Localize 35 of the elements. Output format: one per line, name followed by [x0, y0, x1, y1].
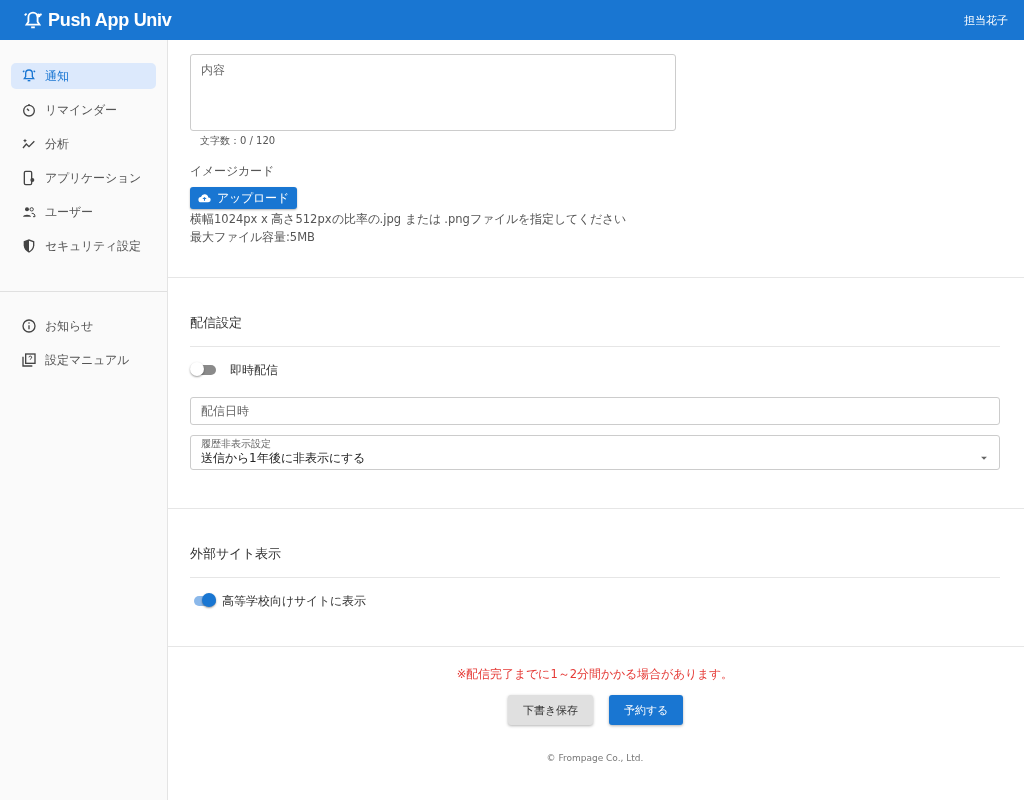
sidebar-item[interactable]: 通知	[11, 63, 156, 89]
hint-text: 最大ファイル容量:5MB	[190, 230, 316, 245]
copyright-text: © Frompage Co., Ltd.	[546, 753, 644, 763]
section-title: 外部サイト表示	[190, 545, 282, 563]
help-book-icon	[21, 352, 37, 368]
toggle-label: 即時配信	[230, 362, 278, 378]
info-icon	[21, 318, 37, 334]
users-icon	[21, 204, 37, 220]
toggle-label: 高等学校向けサイトに表示	[222, 593, 366, 609]
datetime-field[interactable]: 配信日時	[190, 397, 1000, 425]
field-label: イメージカード	[190, 164, 275, 179]
timer-icon	[21, 102, 37, 118]
sidebar-item[interactable]: アプリケーション	[11, 165, 156, 191]
bell-icon	[21, 68, 37, 84]
sidebar-item[interactable]: セキュリティ設定	[11, 233, 156, 259]
save-draft-button[interactable]: 下書き保存	[507, 695, 593, 725]
upload-button[interactable]: アップロード	[190, 187, 297, 209]
bell-logo-icon	[22, 9, 44, 31]
sidebar-item[interactable]: 分析	[11, 131, 156, 157]
toggle-switch[interactable]	[190, 362, 216, 378]
app-name: Push App Univ	[48, 9, 172, 31]
section-title: 配信設定	[190, 314, 243, 332]
char-count: 文字数：0 / 120	[200, 134, 277, 148]
content-field[interactable]: 内容	[190, 54, 676, 131]
cloud-upload-icon	[198, 191, 211, 205]
sidebar-item[interactable]: 設定マニュアル	[11, 347, 156, 373]
sidebar-item[interactable]: リマインダー	[11, 97, 156, 123]
user-name[interactable]: 担当花子	[964, 12, 1008, 28]
sidebar-item[interactable]: お知らせ	[11, 313, 156, 339]
sidebar-item[interactable]: ユーザー	[11, 199, 156, 225]
reserve-button[interactable]: 予約する	[608, 695, 683, 725]
notice-text: ※配信完了までに1～2分間かかる場合があります。	[456, 667, 734, 682]
hide-history-select[interactable]: 履歴非表示設定 送信から1年後に非表示にする	[190, 435, 1000, 470]
shield-icon	[21, 238, 37, 254]
hint-text: 横幅1024px x 高さ512pxの比率の.jpg または .pngファイルを指定してください	[190, 212, 627, 227]
